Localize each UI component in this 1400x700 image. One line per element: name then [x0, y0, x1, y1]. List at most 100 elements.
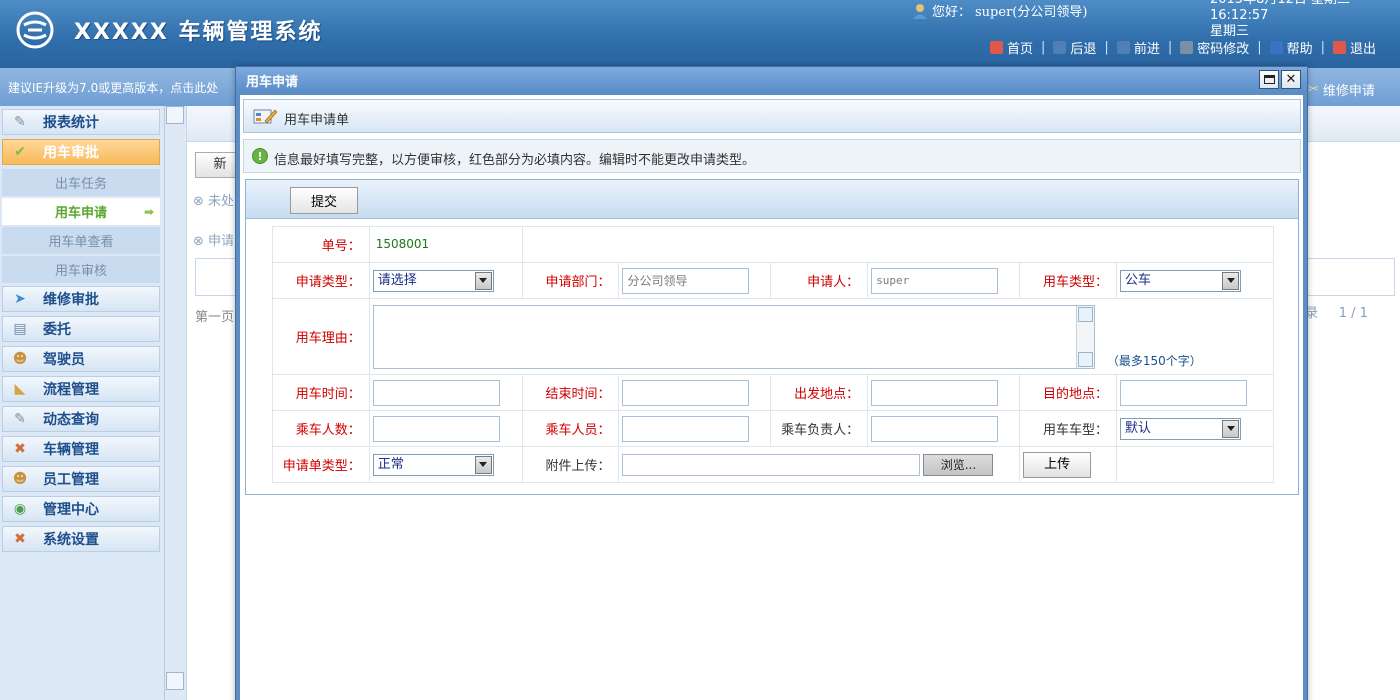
dept-cell: 分公司领导 [618, 262, 772, 299]
ie-upgrade-notice[interactable]: 建议IE升级为7.0或更高版本，点击此处 [8, 79, 218, 96]
nav-separator: | [1257, 40, 1262, 55]
nav-forward[interactable]: 前进 [1116, 38, 1160, 57]
repair-apply-link[interactable]: ✂ 维修申请 [1308, 80, 1375, 99]
car-type-value: 公车 [1125, 272, 1152, 288]
dest-label: 目的地点： [1019, 374, 1118, 411]
sidebar-item-settings[interactable]: ✖ 系统设置 [2, 526, 160, 552]
nav-help[interactable]: 帮助 [1269, 38, 1313, 57]
use-time-field[interactable] [372, 379, 500, 406]
scroll-up-arrow[interactable] [1077, 306, 1093, 322]
order-no-value: 1508001 [375, 237, 430, 251]
form-row: 乘车人数： 乘车人员： 乘车负责人： 用车车型： 默认 [272, 410, 1274, 447]
dialog-titlebar[interactable]: 用车申请 ✕ [236, 67, 1307, 93]
nav-home[interactable]: 首页 [990, 38, 1033, 57]
browse-button[interactable]: 浏览... [923, 453, 994, 476]
sidebar-item-label: 委托 [43, 322, 71, 338]
sidebar-subitem-car-apply[interactable]: 用车申请 ➡ [2, 198, 160, 225]
form-row: 单号： 1508001 [272, 226, 1275, 263]
sidebar-item-query[interactable]: ✎ 动态查询 [2, 406, 160, 432]
attach-label: 附件上传： [521, 446, 620, 483]
sidebar-item-label: 流程管理 [43, 382, 99, 398]
reason-hint: （最多150个字） [1106, 353, 1202, 368]
dest-field[interactable] [1120, 379, 1248, 406]
form-toolbar: 提交 [246, 180, 1298, 219]
close-button[interactable]: ✕ [1281, 70, 1301, 89]
nav-logout[interactable]: 退出 [1333, 38, 1376, 57]
applicant-field[interactable]: super [871, 267, 999, 294]
sidebar-item-delegate[interactable]: ▤ 委托 [2, 316, 160, 342]
sidebar-subitem-dispatch-task[interactable]: 出车任务 [2, 169, 160, 196]
pending-label: 未处 [208, 194, 235, 209]
sidebar-item-label: 维修审批 [43, 292, 99, 308]
apply-type-select[interactable]: 请选择 [372, 269, 494, 292]
dialog-title: 用车申请 [246, 75, 299, 90]
home-icon [990, 41, 1003, 54]
pager-text: 1 / 1 [1338, 306, 1368, 321]
depart-field[interactable] [871, 379, 999, 406]
scroll-up-button[interactable] [166, 106, 184, 124]
sidebar-item-flow[interactable]: ◣ 流程管理 [2, 376, 160, 402]
scroll-down-button[interactable] [166, 672, 184, 690]
car-type-cell: 公车 [1116, 262, 1274, 299]
sidebar-subitem-car-review[interactable]: 用车审核 [2, 256, 160, 283]
form-row: 申请单类型： 正常 附件上传： 浏览... 上传 [272, 446, 1274, 483]
vehicle-icon: ✖ [14, 441, 26, 457]
submenu-label: 用车申请 [54, 206, 107, 221]
reason-textarea[interactable] [372, 304, 1095, 369]
car-model-label: 用车车型： [1019, 410, 1118, 447]
chevron-down-icon [1222, 419, 1240, 438]
order-type-select[interactable]: 正常 [372, 453, 494, 476]
flow-icon: ◣ [14, 381, 26, 397]
sidebar-subitem-order-view[interactable]: 用车单查看 [2, 227, 160, 254]
nav-password[interactable]: 密码修改 [1180, 38, 1249, 57]
sidebar-item-label: 报表统计 [43, 115, 99, 131]
apply-type-label: 申请类型： [272, 262, 370, 299]
depart-label: 出发地点： [770, 374, 869, 411]
sidebar-item-label: 动态查询 [43, 412, 99, 428]
sidebar-item-car-approval[interactable]: ✔ 用车审批 [2, 139, 160, 165]
apply-section-header[interactable]: ⊗ 申请 [193, 230, 234, 249]
car-model-select[interactable]: 默认 [1120, 417, 1242, 440]
passengers-field[interactable] [622, 415, 750, 442]
apply-type-cell: 请选择 [368, 262, 523, 299]
textarea-scrollbar[interactable] [1075, 305, 1094, 368]
sidebar-item-repair-approval[interactable]: ➤ 维修审批 [2, 286, 160, 312]
submit-button[interactable]: 提交 [290, 187, 358, 214]
delegate-icon: ▤ [13, 321, 27, 337]
upload-cell: 上传 [1019, 446, 1118, 483]
nav-separator: | [1320, 40, 1326, 55]
chevron-down-icon [474, 271, 492, 290]
dept-field[interactable]: 分公司领导 [622, 267, 750, 294]
order-type-label: 申请单类型： [272, 446, 370, 483]
apply-form-table: 单号： 1508001 申请类型： 请选择 申请部门： 分公司领导 申请人： s… [272, 226, 1275, 483]
maximize-button[interactable] [1259, 70, 1279, 89]
first-page-link[interactable]: 第一页 [195, 306, 234, 325]
form-row: 申请类型： 请选择 申请部门： 分公司领导 申请人： super 用车类型： 公… [272, 262, 1274, 299]
apply-type-value: 请选择 [377, 272, 417, 288]
order-type-value: 正常 [377, 456, 404, 472]
sidebar-item-staff[interactable]: ☻ 员工管理 [2, 466, 160, 492]
car-type-select[interactable]: 公车 [1120, 269, 1242, 292]
car-model-cell: 默认 [1116, 410, 1274, 447]
upload-button[interactable]: 上传 [1023, 451, 1092, 478]
sidebar-item-vehicle[interactable]: ✖ 车辆管理 [2, 436, 160, 462]
sidebar-item-label: 管理中心 [43, 502, 99, 518]
end-time-field[interactable] [622, 379, 750, 406]
use-time-cell [368, 374, 523, 411]
sidebar-item-driver[interactable]: ☻ 驾驶员 [2, 346, 160, 372]
pending-section-header[interactable]: ⊗ 未处 [193, 190, 234, 209]
sidebar-item-admin-center[interactable]: ◉ 管理中心 [2, 496, 160, 522]
scroll-down-arrow[interactable] [1077, 351, 1093, 367]
passenger-count-field[interactable] [372, 415, 500, 442]
report-icon: ✎ [14, 114, 26, 130]
repair-icon: ✂ [1308, 82, 1319, 97]
info-text: 信息最好填写完整，以方便审核，红色部分为必填内容。编辑时不能更改申请类型。 [274, 153, 756, 168]
sidebar-item-report[interactable]: ✎ 报表统计 [2, 109, 160, 135]
attach-file-field[interactable] [622, 453, 921, 476]
submenu-label: 出车任务 [54, 177, 107, 192]
dest-cell [1116, 374, 1274, 411]
leader-field[interactable] [871, 415, 999, 442]
top-nav: 首页 | 后退 | 前进 | 密码修改 | 帮助 | 退出 [990, 38, 1376, 57]
password-icon [1180, 41, 1194, 54]
nav-back[interactable]: 后退 [1053, 38, 1096, 57]
